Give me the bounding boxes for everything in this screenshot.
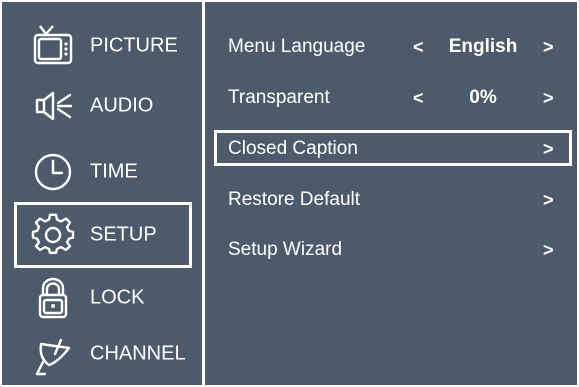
sidebar-selection-highlight xyxy=(14,202,192,268)
chevron-left-icon[interactable]: < xyxy=(413,89,424,107)
chevron-right-icon[interactable]: > xyxy=(543,89,554,107)
menu-row-transparent[interactable]: Transparent < 0% > xyxy=(205,78,577,118)
speaker-icon xyxy=(29,82,77,130)
chevron-right-icon[interactable]: > xyxy=(543,140,554,158)
tv-icon xyxy=(29,22,77,70)
menu-row-value: English xyxy=(448,36,518,57)
chevron-right-icon[interactable]: > xyxy=(543,191,554,209)
menu-row-label: Transparent xyxy=(228,87,330,108)
sidebar-item-time[interactable]: TIME xyxy=(2,142,202,202)
sidebar-item-picture[interactable]: PICTURE xyxy=(2,16,202,76)
menu-row-closed-caption[interactable]: Closed Caption > xyxy=(205,129,577,169)
chevron-right-icon[interactable]: > xyxy=(543,241,554,259)
sidebar-item-audio[interactable]: AUDIO xyxy=(2,76,202,136)
chevron-left-icon[interactable]: < xyxy=(413,38,424,56)
menu-row-setup-wizard[interactable]: Setup Wizard > xyxy=(205,230,577,270)
tv-menu-screen: PICTURE AUDIO TIME SETUP LOCK CHANNEL Me… xyxy=(2,2,577,385)
menu-row-label: Setup Wizard xyxy=(228,239,343,260)
menu-row-label: Closed Caption xyxy=(228,138,358,159)
sidebar-item-channel[interactable]: CHANNEL xyxy=(2,324,202,384)
menu-row-label: Restore Default xyxy=(228,189,361,210)
menu-row-menu-language[interactable]: Menu Language < English > xyxy=(205,27,577,67)
menu-row-value: 0% xyxy=(469,87,497,108)
sidebar-item-label: AUDIO xyxy=(90,94,154,117)
menu-row-restore-default[interactable]: Restore Default > xyxy=(205,180,577,220)
padlock-icon xyxy=(29,274,77,322)
sidebar-item-label: TIME xyxy=(90,160,138,183)
chevron-right-icon[interactable]: > xyxy=(543,38,554,56)
sidebar-item-lock[interactable]: LOCK xyxy=(2,268,202,328)
menu-row-label: Menu Language xyxy=(228,36,366,57)
sidebar-item-label: LOCK xyxy=(90,286,145,309)
sidebar-item-label: PICTURE xyxy=(90,34,178,57)
sidebar-item-label: CHANNEL xyxy=(90,342,186,365)
satellite-dish-icon xyxy=(29,330,77,378)
clock-icon xyxy=(29,148,77,196)
